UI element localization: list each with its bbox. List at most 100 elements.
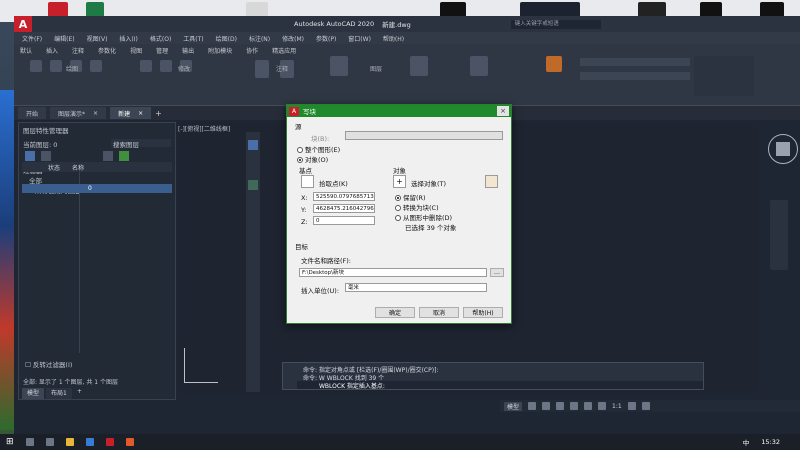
properties-palette-strip[interactable]: [246, 132, 260, 392]
ribbon-tab-output[interactable]: 输出: [182, 46, 194, 55]
ribbon-tab-parametric[interactable]: 参数化: [98, 46, 116, 55]
menu-window[interactable]: 窗口(W): [348, 34, 371, 43]
polyline-tool-icon[interactable]: [50, 60, 62, 72]
filename-path-input[interactable]: F:\Desktop\新块: [299, 268, 487, 277]
ribbon-tab-collaborate[interactable]: 协作: [246, 46, 258, 55]
close-icon[interactable]: ×: [138, 110, 143, 117]
menu-tools[interactable]: 工具(T): [183, 34, 203, 43]
select-objects-label[interactable]: 选择对象(T): [411, 178, 446, 188]
search-input[interactable]: 键入关键字或短语: [510, 19, 601, 29]
rotate-tool-icon[interactable]: [160, 60, 172, 72]
layer-search-input[interactable]: 搜索图层: [111, 139, 171, 149]
pick-point-icon[interactable]: [301, 175, 314, 188]
navigation-bar[interactable]: [770, 200, 788, 270]
fullscreen-icon[interactable]: [641, 402, 650, 410]
snap-icon[interactable]: [542, 402, 551, 410]
block-name-dropdown[interactable]: [345, 131, 503, 140]
menu-file[interactable]: 文件(F): [22, 34, 42, 43]
pick-point-label[interactable]: 拾取点(K): [319, 178, 348, 188]
tab-layout1[interactable]: 布局1: [46, 388, 72, 399]
clock[interactable]: 15:32: [761, 438, 780, 446]
viewport-label[interactable]: [-][俯视][二维线框]: [178, 124, 230, 133]
menu-format[interactable]: 格式(O): [150, 34, 171, 43]
ribbon-tab-manage[interactable]: 管理: [156, 46, 168, 55]
ortho-icon[interactable]: [556, 402, 565, 410]
close-icon[interactable]: ×: [93, 110, 98, 117]
model-space-button[interactable]: 模型: [504, 401, 523, 411]
tab-model[interactable]: 模型: [22, 388, 45, 399]
app-taskbar-icon[interactable]: [125, 438, 134, 446]
arc-tool-icon[interactable]: [90, 60, 102, 72]
autocad-logo-icon[interactable]: A: [14, 16, 32, 32]
menu-view[interactable]: 视图(V): [87, 34, 108, 43]
color-dropdown[interactable]: [580, 72, 690, 80]
command-input[interactable]: WBLOCK 指定插入基点:: [297, 381, 703, 390]
grid-icon[interactable]: [528, 402, 537, 410]
z-coordinate-input[interactable]: 0: [313, 216, 375, 225]
palette-icon[interactable]: [248, 140, 258, 150]
menu-edit[interactable]: 编辑(E): [54, 34, 74, 43]
input-language[interactable]: 中: [743, 437, 750, 447]
palette-icon[interactable]: [248, 180, 258, 190]
autocad-taskbar-icon[interactable]: [105, 438, 114, 446]
y-coordinate-input[interactable]: 4628475.216042796: [313, 204, 375, 213]
layer-properties-icon[interactable]: [330, 56, 348, 76]
layer-row[interactable]: 0: [22, 184, 172, 193]
workspace-gear-icon[interactable]: [627, 402, 636, 410]
osnap-icon[interactable]: [584, 402, 593, 410]
viewcube[interactable]: [766, 132, 800, 192]
menu-help[interactable]: 帮助(H): [383, 34, 404, 43]
browse-button[interactable]: …: [490, 268, 504, 277]
file-tab-new[interactable]: 新建 ×: [110, 107, 152, 119]
menu-draw[interactable]: 绘图(D): [216, 34, 237, 43]
menu-insert[interactable]: 插入(I): [119, 34, 137, 43]
delete-layer-icon[interactable]: [103, 151, 113, 161]
ribbon-tab-insert[interactable]: 插入: [46, 46, 58, 55]
ok-button[interactable]: 确定: [375, 307, 415, 318]
move-tool-icon[interactable]: [140, 60, 152, 72]
retain-radio[interactable]: 保留(R): [395, 192, 426, 202]
insert-block-icon[interactable]: [410, 56, 428, 76]
select-objects-icon[interactable]: +: [393, 175, 406, 188]
group-icon[interactable]: [546, 56, 562, 72]
text-tool-icon[interactable]: [255, 60, 269, 78]
menu-parametric[interactable]: 参数(P): [316, 34, 336, 43]
quick-select-icon[interactable]: [485, 175, 498, 188]
annotation-scale[interactable]: 1:1: [612, 403, 622, 410]
convert-to-block-radio[interactable]: 转换为块(C): [395, 202, 439, 212]
cancel-button[interactable]: 取消: [419, 307, 459, 318]
ribbon-tab-default[interactable]: 默认: [20, 46, 32, 55]
filter-icon[interactable]: [41, 151, 51, 161]
menu-dimension[interactable]: 标注(N): [249, 34, 270, 43]
objects-radio[interactable]: 对象(O): [297, 154, 328, 164]
ribbon-tab-addins[interactable]: 附加模块: [208, 46, 232, 55]
file-tab-layer-demo[interactable]: 图层演示* ×: [50, 107, 107, 119]
windows-start-icon[interactable]: ⊞: [6, 437, 14, 447]
match-properties-icon[interactable]: [470, 56, 488, 76]
ribbon-tab-view[interactable]: 视图: [130, 46, 142, 55]
menu-modify[interactable]: 修改(M): [282, 34, 304, 43]
search-icon[interactable]: [25, 438, 34, 446]
lineweight-icon[interactable]: [598, 402, 607, 410]
dialog-title-bar[interactable]: A 写块 ×: [287, 105, 511, 117]
viewcube-face[interactable]: [776, 142, 790, 156]
file-tab-start[interactable]: 开始: [18, 107, 47, 119]
x-coordinate-input[interactable]: 525590.0797685713: [313, 192, 375, 201]
insert-units-dropdown[interactable]: 毫米: [345, 283, 487, 292]
tab-add[interactable]: +: [74, 388, 85, 399]
invert-filter-checkbox[interactable]: ☐ 反转过滤器(I): [25, 359, 72, 369]
whole-drawing-radio[interactable]: 整个图形(E): [297, 144, 340, 154]
help-button[interactable]: 帮助(H): [463, 307, 503, 318]
ribbon-tab-featured[interactable]: 精选应用: [272, 46, 296, 55]
new-tab-icon[interactable]: +: [155, 109, 162, 118]
close-icon[interactable]: ×: [497, 106, 509, 116]
new-layer-icon[interactable]: [25, 151, 35, 161]
line-tool-icon[interactable]: [30, 60, 42, 72]
layer-dropdown[interactable]: [580, 58, 690, 66]
browser-icon[interactable]: [85, 438, 94, 446]
delete-from-drawing-radio[interactable]: 从图形中删除(D): [395, 212, 452, 222]
polar-icon[interactable]: [570, 402, 579, 410]
file-explorer-icon[interactable]: [65, 438, 74, 446]
task-view-icon[interactable]: [45, 438, 54, 446]
ribbon-tab-annotate[interactable]: 注释: [72, 46, 84, 55]
